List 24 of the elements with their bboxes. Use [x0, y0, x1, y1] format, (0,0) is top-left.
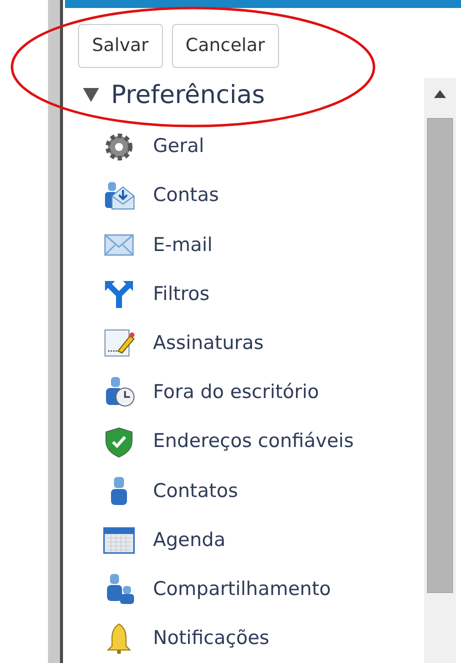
tree-item[interactable]: Notificações	[153, 624, 270, 653]
signature-pen-icon	[103, 327, 135, 360]
shield-check-icon	[103, 426, 135, 458]
scrollbar-thumb[interactable]	[427, 118, 453, 593]
split-arrow-icon	[103, 278, 135, 310]
gear-icon	[103, 130, 135, 163]
toolbar-button[interactable]: Salvar	[78, 24, 163, 68]
tree-item[interactable]: Contas	[153, 181, 219, 210]
person-envelope-icon	[103, 180, 135, 212]
scroll-up-icon[interactable]	[434, 90, 446, 98]
toolbar-button[interactable]: Cancelar	[172, 24, 279, 68]
tree-item[interactable]: Filtros	[153, 280, 210, 308]
expanded-triangle-icon[interactable]	[83, 88, 99, 102]
tree-item[interactable]: Assinaturas	[153, 329, 264, 358]
scrollbar[interactable]	[424, 78, 456, 663]
person-clock-icon	[103, 376, 135, 408]
tree-item[interactable]: Contatos	[153, 476, 238, 506]
tree-item[interactable]: Compartilhamento	[153, 574, 331, 604]
tree-item[interactable]: Fora do escritório	[153, 378, 320, 407]
tree-item[interactable]: Agenda	[153, 526, 226, 554]
tree-item[interactable]: Endereços confiáveis	[153, 427, 354, 456]
tree-header[interactable]: Preferências	[111, 76, 265, 114]
tree-item[interactable]: Geral	[153, 132, 204, 161]
tree-item[interactable]: E-mail	[153, 230, 213, 260]
